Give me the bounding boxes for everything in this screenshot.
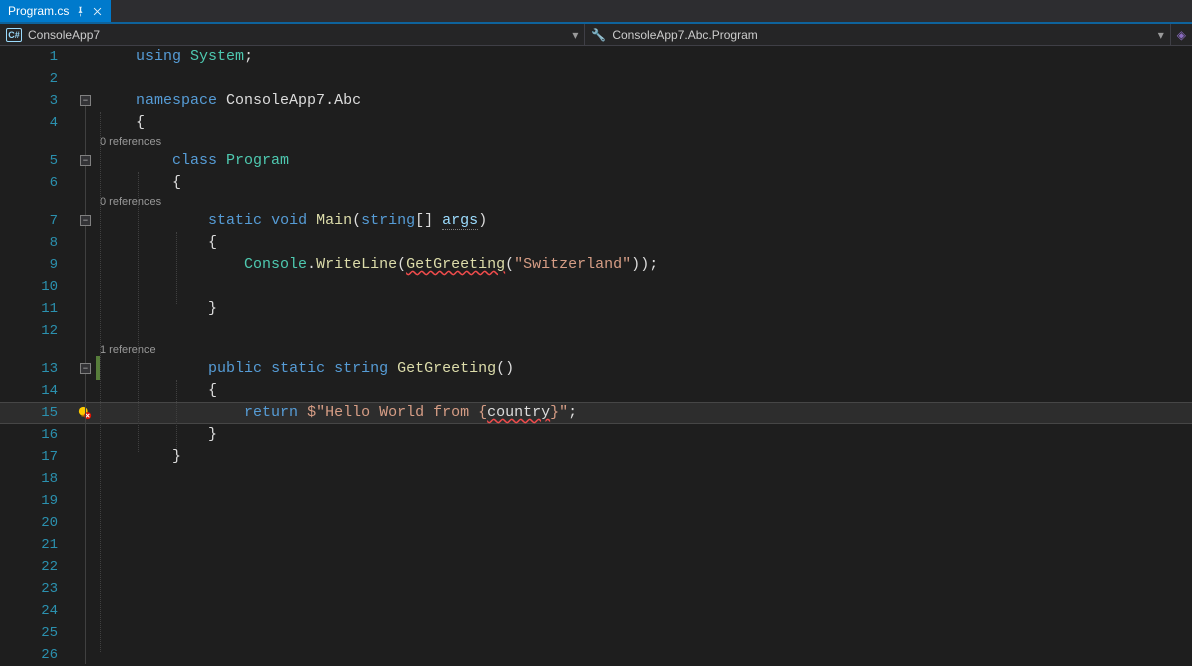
csharp-badge-icon: C#	[6, 28, 22, 42]
line-number: 4	[0, 112, 58, 134]
codelens-references[interactable]: 1 reference	[100, 342, 1192, 358]
line-number: 10	[0, 276, 58, 298]
line-number: 21	[0, 534, 58, 556]
code-line: using System;	[100, 46, 1192, 68]
code-line: }	[100, 446, 1192, 468]
code-line	[100, 68, 1192, 90]
line-number: 8	[0, 232, 58, 254]
code-line	[100, 276, 1192, 298]
tab-filename: Program.cs	[8, 4, 69, 18]
fold-toggle[interactable]	[80, 363, 91, 374]
file-tab-program[interactable]: Program.cs	[0, 0, 111, 22]
code-line	[100, 534, 1192, 556]
line-number: 14	[0, 380, 58, 402]
nav-type-dropdown[interactable]: 🔧 ConsoleApp7.Abc.Program ▾	[585, 24, 1170, 45]
line-number: 1	[0, 46, 58, 68]
line-number: 7	[0, 210, 58, 232]
line-number: 23	[0, 578, 58, 600]
fold-toggle[interactable]	[80, 155, 91, 166]
close-icon[interactable]	[92, 6, 103, 17]
code-line: }	[100, 424, 1192, 446]
code-line	[100, 320, 1192, 342]
code-content[interactable]: using System; namespace ConsoleApp7.Abc …	[100, 46, 1192, 664]
codelens-references[interactable]: 0 references	[100, 194, 1192, 210]
nav-type-label: ConsoleApp7.Abc.Program	[612, 28, 757, 42]
wrench-icon: 🔧	[591, 28, 606, 42]
code-line	[100, 600, 1192, 622]
line-number: 12	[0, 320, 58, 342]
code-line	[100, 578, 1192, 600]
line-number: 15	[0, 402, 58, 424]
line-number: 2	[0, 68, 58, 90]
tab-bar: Program.cs	[0, 0, 1192, 24]
codelens-references[interactable]: 0 references	[100, 134, 1192, 150]
code-line: {	[100, 380, 1192, 402]
code-line: }	[100, 298, 1192, 320]
code-line: public static string GetGreeting()	[100, 358, 1192, 380]
nav-project-dropdown[interactable]: C# ConsoleApp7 ▾	[0, 24, 585, 45]
pin-icon[interactable]	[75, 6, 86, 17]
chevron-down-icon: ▾	[1158, 28, 1164, 42]
line-number: 25	[0, 622, 58, 644]
line-number: 26	[0, 644, 58, 666]
code-editor[interactable]: 1 2 3 4 5 6 7 8 9 10 11 12 13 14 15 16 1…	[0, 46, 1192, 664]
code-line	[100, 556, 1192, 578]
code-line	[100, 468, 1192, 490]
line-number: 18	[0, 468, 58, 490]
code-line: {	[100, 172, 1192, 194]
code-line	[100, 644, 1192, 666]
code-line: return $"Hello World from {country}";	[100, 402, 1192, 424]
code-line	[100, 622, 1192, 644]
line-number: 19	[0, 490, 58, 512]
fold-margin	[74, 46, 100, 664]
line-number: 6	[0, 172, 58, 194]
line-number: 5	[0, 150, 58, 172]
line-number: 16	[0, 424, 58, 446]
code-line: class Program	[100, 150, 1192, 172]
code-line: static void Main(string[] args)	[100, 210, 1192, 232]
fold-toggle[interactable]	[80, 215, 91, 226]
nav-member-dropdown[interactable]: ◈	[1171, 24, 1192, 45]
cube-icon: ◈	[1177, 28, 1186, 42]
nav-bar: C# ConsoleApp7 ▾ 🔧 ConsoleApp7.Abc.Progr…	[0, 24, 1192, 46]
line-number: 13	[0, 358, 58, 380]
line-number: 20	[0, 512, 58, 534]
code-line	[100, 512, 1192, 534]
line-number: 9	[0, 254, 58, 276]
line-number-gutter: 1 2 3 4 5 6 7 8 9 10 11 12 13 14 15 16 1…	[0, 46, 74, 664]
nav-project-label: ConsoleApp7	[28, 28, 100, 42]
code-line: {	[100, 232, 1192, 254]
line-number: 3	[0, 90, 58, 112]
chevron-down-icon: ▾	[572, 28, 578, 42]
line-number: 17	[0, 446, 58, 468]
code-line: Console.WriteLine(GetGreeting("Switzerla…	[100, 254, 1192, 276]
line-number: 11	[0, 298, 58, 320]
line-number: 24	[0, 600, 58, 622]
fold-toggle[interactable]	[80, 95, 91, 106]
code-line: namespace ConsoleApp7.Abc	[100, 90, 1192, 112]
code-line	[100, 490, 1192, 512]
code-line: {	[100, 112, 1192, 134]
line-number: 22	[0, 556, 58, 578]
